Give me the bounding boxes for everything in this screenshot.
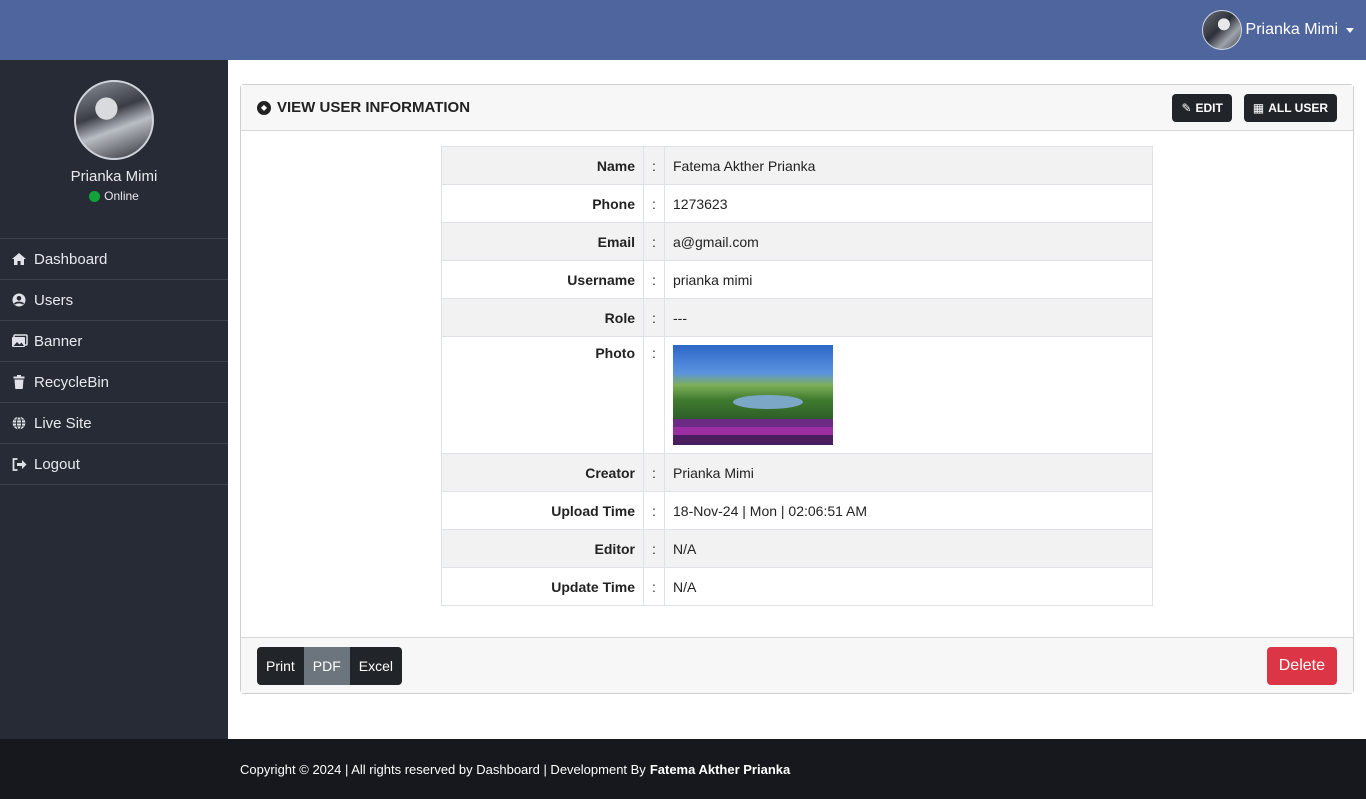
row-separator: : <box>643 298 665 337</box>
avatar <box>1201 10 1242 50</box>
row-key: Editor <box>441 529 644 568</box>
sidebar-item-live-site[interactable]: Live Site <box>0 403 228 444</box>
user-circle-icon <box>10 292 28 308</box>
user-info-card: ◆ VIEW USER INFORMATION ✎ EDIT ▦ ALL USE… <box>240 84 1354 694</box>
images-icon <box>10 333 28 349</box>
export-button-group: Print PDF Excel <box>257 646 403 685</box>
row-separator: : <box>643 453 665 492</box>
row-key: Creator <box>441 453 644 492</box>
row-value: Prianka Mimi <box>664 453 1153 492</box>
pdf-button[interactable]: PDF <box>303 646 350 685</box>
row-value: 1273623 <box>664 184 1153 223</box>
sign-out-icon <box>10 456 28 472</box>
row-value: prianka mimi <box>664 260 1153 299</box>
online-dot-icon <box>89 190 101 202</box>
row-key: Username <box>441 260 644 299</box>
sidebar-item-label: Users <box>34 291 74 309</box>
table-row: Role : --- <box>441 298 1153 337</box>
all-user-button-label: ALL USER <box>1268 100 1328 115</box>
user-name: Prianka Mimi <box>1245 21 1338 38</box>
card-header: ◆ VIEW USER INFORMATION ✎ EDIT ▦ ALL USE… <box>241 85 1353 131</box>
row-key: Upload Time <box>441 491 644 530</box>
page-footer: Copyright © 2024 | All rights reserved b… <box>0 739 1366 799</box>
row-value: Fatema Akther Prianka <box>664 146 1153 185</box>
row-separator: : <box>643 336 665 454</box>
row-value: N/A <box>664 529 1153 568</box>
row-key: Name <box>441 146 644 185</box>
globe-icon <box>10 415 28 431</box>
row-value: a@gmail.com <box>664 222 1153 261</box>
row-separator: : <box>643 146 665 185</box>
status-indicator: Online <box>0 189 228 203</box>
delete-button[interactable]: Delete <box>1266 646 1337 685</box>
table-row: Username : prianka mimi <box>441 260 1153 299</box>
row-key: Update Time <box>441 567 644 606</box>
row-key: Phone <box>441 184 644 223</box>
developer-name: Fatema Akther Prianka <box>649 761 791 777</box>
sidebar-item-label: Dashboard <box>34 250 108 268</box>
table-row: Creator : Prianka Mimi <box>441 453 1153 492</box>
row-separator: : <box>643 222 665 261</box>
row-separator: : <box>643 567 665 606</box>
card-footer: Print PDF Excel Delete <box>241 637 1353 693</box>
home-icon <box>10 251 28 267</box>
pencil-icon: ✎ <box>1181 100 1192 115</box>
user-photo <box>673 345 833 445</box>
row-key: Email <box>441 222 644 261</box>
table-row: Phone : 1273623 <box>441 184 1153 223</box>
sidebar-item-banner[interactable]: Banner <box>0 321 228 362</box>
table-row: Photo : <box>441 336 1153 454</box>
table-row: Upload Time : 18-Nov-24 | Mon | 02:06:51… <box>441 491 1153 530</box>
sidebar-item-label: Logout <box>34 455 80 473</box>
row-key: Role <box>441 298 644 337</box>
table-row: Email : a@gmail.com <box>441 222 1153 261</box>
sidebar-item-users[interactable]: Users <box>0 280 228 321</box>
row-separator: : <box>643 529 665 568</box>
all-user-button[interactable]: ▦ ALL USER <box>1243 93 1337 122</box>
trash-icon <box>10 374 28 390</box>
card-title-text: VIEW USER INFORMATION <box>277 99 471 116</box>
edit-button-label: EDIT <box>1195 100 1223 115</box>
sidebar-item-label: Live Site <box>34 414 92 432</box>
user-info-table: Name : Fatema Akther Prianka Phone : 127… <box>441 146 1153 606</box>
status-text: Online <box>104 189 139 203</box>
card-title: ◆ VIEW USER INFORMATION <box>257 99 470 116</box>
sidebar-item-label: RecycleBin <box>34 373 110 391</box>
caret-down-icon <box>1346 27 1354 33</box>
print-button[interactable]: Print <box>257 646 304 685</box>
row-separator: : <box>643 184 665 223</box>
sidebar-item-recyclebin[interactable]: RecycleBin <box>0 362 228 403</box>
sidebar-item-dashboard[interactable]: Dashboard <box>0 239 228 280</box>
grid-icon: ▦ <box>1252 100 1265 115</box>
row-value: N/A <box>664 567 1153 606</box>
header-actions: ✎ EDIT ▦ ALL USER <box>1172 93 1337 122</box>
link-circle-icon: ◆ <box>257 100 271 115</box>
top-header: Prianka Mimi <box>0 0 1366 60</box>
row-value <box>664 336 1153 454</box>
row-key: Photo <box>441 336 644 454</box>
row-separator: : <box>643 491 665 530</box>
table-row: Update Time : N/A <box>441 567 1153 606</box>
row-value: 18-Nov-24 | Mon | 02:06:51 AM <box>664 491 1153 530</box>
sidebar-profile: Prianka Mimi Online <box>0 80 228 239</box>
row-value: --- <box>664 298 1153 337</box>
table-row: Name : Fatema Akther Prianka <box>441 146 1153 185</box>
row-separator: : <box>643 260 665 299</box>
sidebar-item-label: Banner <box>34 332 83 350</box>
sidebar: Prianka Mimi Online Dashboard Users Bann… <box>0 60 228 739</box>
profile-name: Prianka Mimi <box>70 168 158 185</box>
sidebar-item-logout[interactable]: Logout <box>0 444 228 485</box>
user-menu-dropdown[interactable]: Prianka Mimi <box>1201 10 1354 50</box>
edit-button[interactable]: ✎ EDIT <box>1172 93 1232 122</box>
copyright-text: Copyright © 2024 | All rights reserved b… <box>240 761 646 777</box>
table-row: Editor : N/A <box>441 529 1153 568</box>
excel-button[interactable]: Excel <box>349 646 403 685</box>
profile-avatar <box>74 80 154 160</box>
